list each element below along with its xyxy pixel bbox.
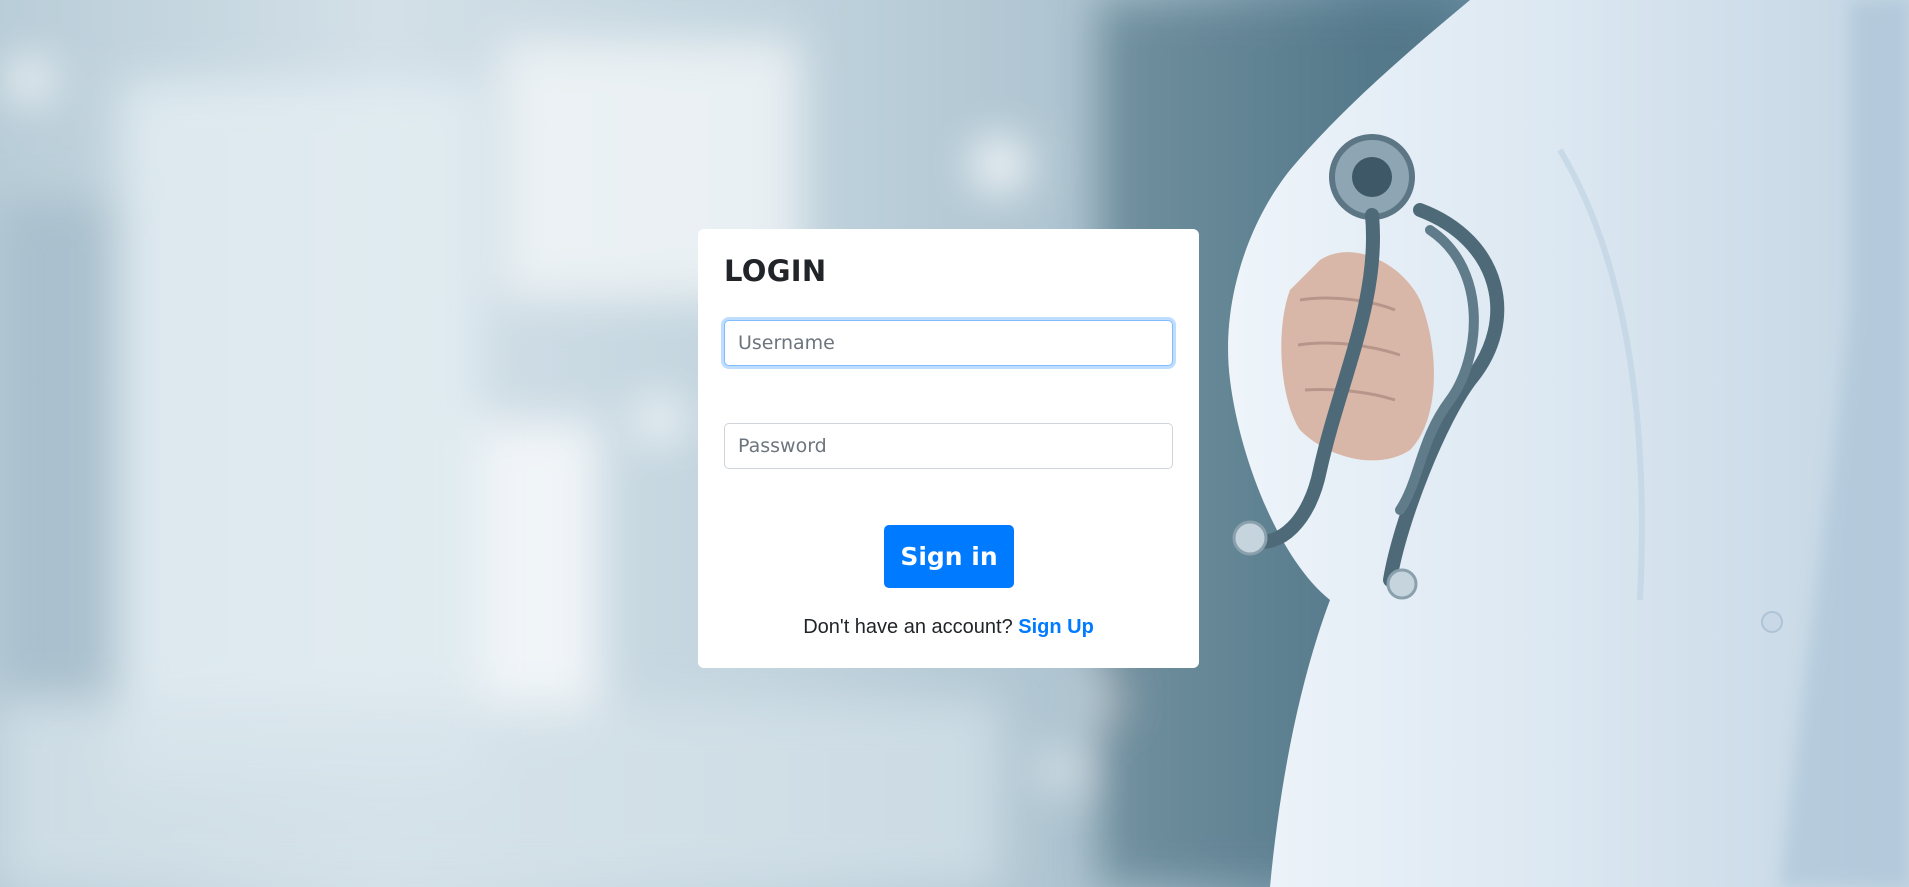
login-title: LOGIN [724,254,827,288]
username-input[interactable] [724,320,1173,366]
sign-up-link[interactable]: Sign Up [1018,616,1094,638]
signup-row: Don't have an account? Sign Up [698,616,1199,639]
login-card: LOGIN Sign in Don't have an account? Sig… [698,229,1199,668]
signup-prompt: Don't have an account? [803,616,1019,638]
password-input[interactable] [724,423,1173,469]
sign-in-button[interactable]: Sign in [884,525,1014,588]
